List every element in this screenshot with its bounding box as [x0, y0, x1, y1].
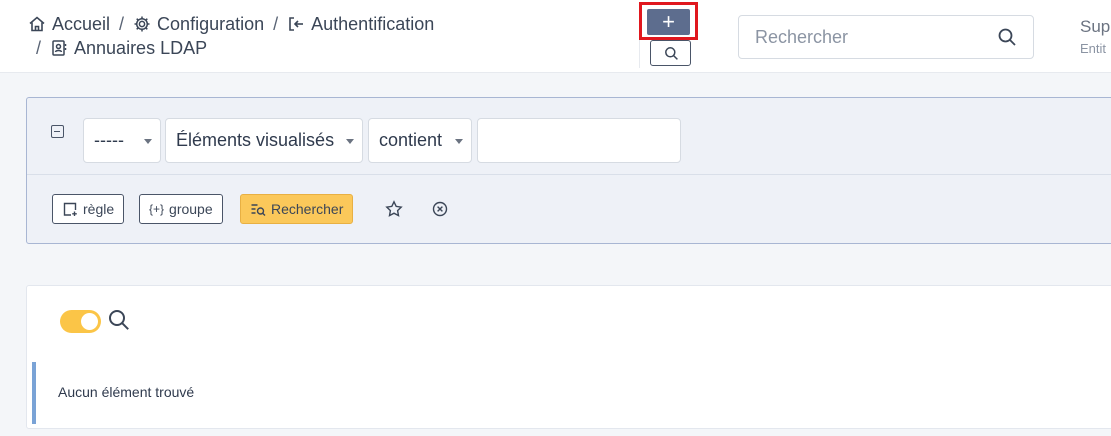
home-icon — [29, 16, 45, 32]
search-list-icon — [251, 204, 266, 216]
breadcrumb-label-annuaires-ldap: Annuaires LDAP — [74, 38, 208, 58]
top-bar: Accueil / Configuration / Authentificati… — [0, 0, 1111, 73]
add-group-label: groupe — [169, 201, 213, 217]
address-book-icon — [52, 40, 67, 56]
breadcrumb-home[interactable]: Accueil — [28, 12, 110, 36]
breadcrumb-authentification[interactable]: Authentification — [287, 12, 434, 36]
group-braces-icon: {+} — [149, 202, 165, 216]
search-icon — [665, 47, 678, 60]
add-button[interactable]: + — [647, 9, 690, 35]
chevron-down-icon — [144, 139, 152, 144]
breadcrumb-configuration[interactable]: Configuration — [133, 12, 264, 36]
search-panel-toggle[interactable] — [60, 310, 101, 333]
operator-select-value: contient — [379, 130, 443, 150]
gear-icon — [134, 16, 150, 32]
search-criteria-panel: ----- Éléments visualisés contient règle… — [26, 97, 1111, 244]
add-rule-button[interactable]: règle — [52, 194, 125, 224]
add-group-button[interactable]: {+} groupe — [139, 194, 223, 224]
empty-state-message: Aucun élément trouvé — [58, 384, 195, 400]
user-entity: Entit — [1080, 41, 1107, 56]
breadcrumb-label-authentification: Authentification — [311, 14, 435, 34]
divider — [639, 40, 640, 68]
results-panel: Aucun élément trouvé — [26, 285, 1111, 429]
chevron-down-icon — [455, 139, 463, 144]
item-select[interactable]: Éléments visualisés — [165, 118, 363, 163]
search-icon[interactable] — [997, 27, 1017, 47]
field-select[interactable]: ----- — [83, 118, 161, 163]
search-button[interactable]: Rechercher — [240, 194, 354, 224]
criteria-value-input[interactable] — [477, 118, 681, 163]
reset-circle-x-icon[interactable] — [432, 201, 448, 217]
chevron-down-icon — [346, 139, 354, 144]
add-rule-label: règle — [83, 201, 115, 217]
add-button-highlight: + — [639, 2, 698, 40]
global-search-input[interactable]: Rechercher — [738, 15, 1034, 59]
user-menu[interactable]: Sup Entit — [1080, 16, 1110, 60]
toggle-search-button[interactable] — [650, 40, 691, 66]
empty-state-indicator — [32, 362, 36, 424]
login-icon — [289, 17, 304, 31]
field-select-value: ----- — [94, 130, 124, 150]
operator-select[interactable]: contient — [368, 118, 472, 163]
add-rule-icon — [63, 202, 77, 216]
search-icon[interactable] — [107, 308, 131, 332]
user-name: Sup — [1080, 17, 1111, 36]
breadcrumb: Accueil / Configuration / Authentificati… — [28, 12, 434, 60]
star-icon[interactable] — [385, 200, 403, 218]
criteria-actions: règle {+} groupe Rechercher — [27, 174, 1111, 244]
breadcrumb-label-home: Accueil — [52, 14, 111, 34]
breadcrumb-annuaires-ldap[interactable]: Annuaires LDAP — [50, 36, 207, 60]
item-select-value: Éléments visualisés — [176, 130, 335, 150]
search-placeholder: Rechercher — [755, 27, 849, 47]
collapse-icon[interactable] — [51, 125, 64, 138]
search-button-label: Rechercher — [271, 201, 344, 217]
criteria-row: ----- Éléments visualisés contient — [27, 98, 1111, 175]
breadcrumb-separator: / — [273, 14, 279, 34]
breadcrumb-label-configuration: Configuration — [157, 14, 265, 34]
breadcrumb-separator: / — [119, 14, 125, 34]
breadcrumb-separator: / — [36, 38, 42, 58]
